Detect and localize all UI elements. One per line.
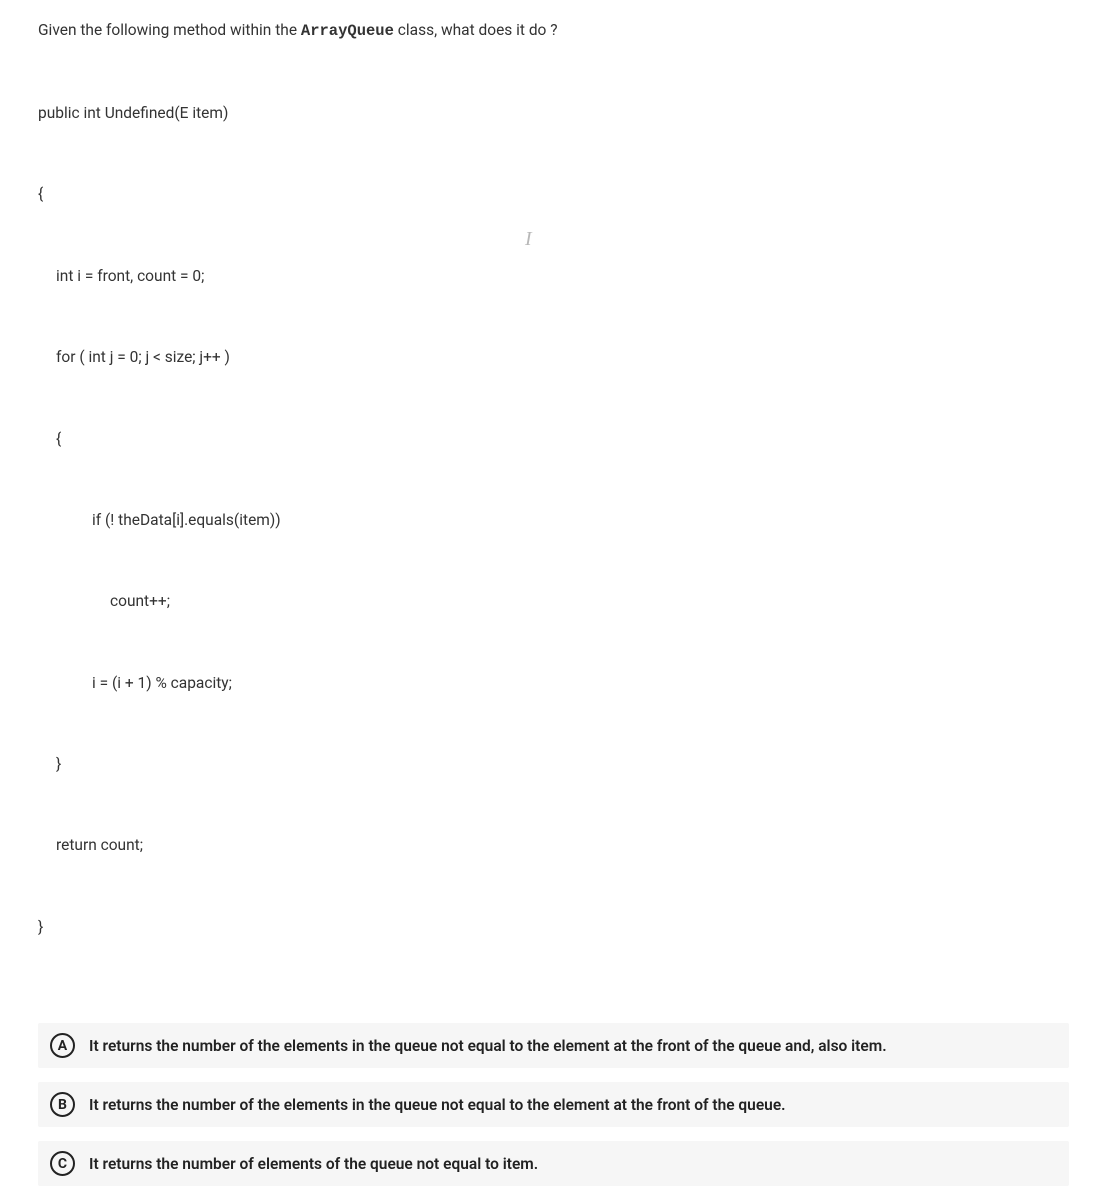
question-prompt: Given the following method within the Ar…: [38, 18, 1069, 44]
code-line: count++;: [38, 588, 1069, 615]
code-line: return count;: [38, 832, 1069, 859]
code-line: {: [38, 181, 1069, 208]
code-line: public int Undefined(E item): [38, 100, 1069, 127]
option-marker: B: [50, 1092, 75, 1117]
code-line: int i = front, count = 0;: [38, 263, 1069, 290]
option-marker: C: [50, 1151, 75, 1176]
class-name: ArrayQueue: [301, 22, 394, 40]
option-text: It returns the number of elements of the…: [89, 1155, 538, 1173]
question-container: Given the following method within the Ar…: [0, 0, 1107, 1190]
code-line: {: [38, 426, 1069, 453]
code-line: }: [38, 914, 1069, 941]
option-a[interactable]: A It returns the number of the elements …: [38, 1023, 1069, 1068]
option-b[interactable]: B It returns the number of the elements …: [38, 1082, 1069, 1127]
text-cursor-icon: I: [525, 228, 532, 251]
option-text: It returns the number of the elements in…: [89, 1037, 887, 1055]
question-prefix: Given the following method within the: [38, 21, 301, 39]
option-marker: A: [50, 1033, 75, 1058]
question-suffix: class, what does it do ?: [394, 21, 558, 39]
answer-options: A It returns the number of the elements …: [38, 1023, 1069, 1190]
code-line: if (! theData[i].equals(item)): [38, 507, 1069, 534]
option-text: It returns the number of the elements in…: [89, 1096, 786, 1114]
code-line: i = (i + 1) % capacity;: [38, 670, 1069, 697]
code-line: }: [38, 751, 1069, 778]
code-line: for ( int j = 0; j < size; j++ ): [38, 344, 1069, 371]
option-c[interactable]: C It returns the number of elements of t…: [38, 1141, 1069, 1186]
code-block: public int Undefined(E item) { int i = f…: [38, 46, 1069, 995]
